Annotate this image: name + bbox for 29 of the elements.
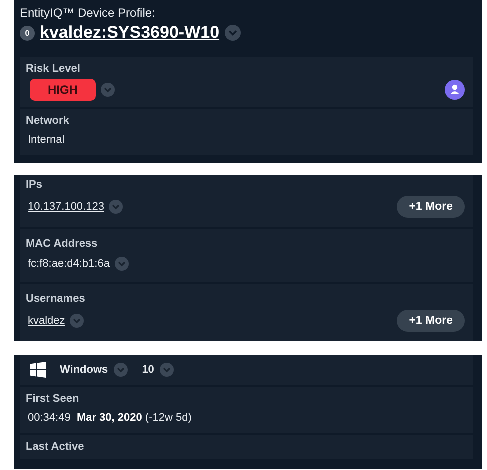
chevron-icon[interactable] bbox=[70, 314, 84, 328]
chevron-icon[interactable] bbox=[114, 257, 129, 271]
field-label: Usernames bbox=[26, 293, 86, 305]
field-label: IPs bbox=[26, 179, 44, 191]
value-link[interactable]: 10.137.100.123 bbox=[26, 201, 104, 213]
chevron-icon[interactable] bbox=[224, 25, 241, 41]
more-button[interactable]: +1 More bbox=[397, 196, 465, 218]
windows-logo-icon bbox=[30, 362, 46, 378]
field-label: Risk Level bbox=[26, 63, 82, 75]
value-link[interactable]: kvaldez bbox=[26, 315, 66, 327]
chevron-icon[interactable] bbox=[114, 363, 128, 377]
timestamp-text: 00:34:49 Mar 30, 2020 (-12w 5d) bbox=[27, 412, 192, 424]
chevron-icon[interactable] bbox=[160, 363, 174, 377]
os-version: 10 bbox=[141, 364, 154, 376]
page-title: EntityIQ™ Device Profile: bbox=[20, 6, 156, 20]
field-label: MAC Address bbox=[26, 238, 99, 250]
field-label: First Seen bbox=[26, 393, 80, 405]
user-icon[interactable] bbox=[445, 80, 465, 100]
field-label: Network bbox=[26, 115, 70, 127]
field-value: Internal bbox=[27, 134, 65, 146]
os-name: Windows bbox=[59, 364, 108, 376]
chevron-icon[interactable] bbox=[109, 200, 124, 214]
risk-level-badge[interactable]: HIGH bbox=[30, 79, 96, 101]
chevron-icon[interactable] bbox=[101, 83, 115, 97]
field-label: Last Active bbox=[26, 441, 86, 453]
more-button[interactable]: +1 More bbox=[397, 310, 465, 332]
count-badge: 0 bbox=[20, 26, 35, 40]
device-name-link[interactable]: kvaldez:SYS3690-W10 bbox=[40, 23, 220, 43]
field-value: fc:f8:ae:d4:b1:6a bbox=[27, 258, 110, 270]
